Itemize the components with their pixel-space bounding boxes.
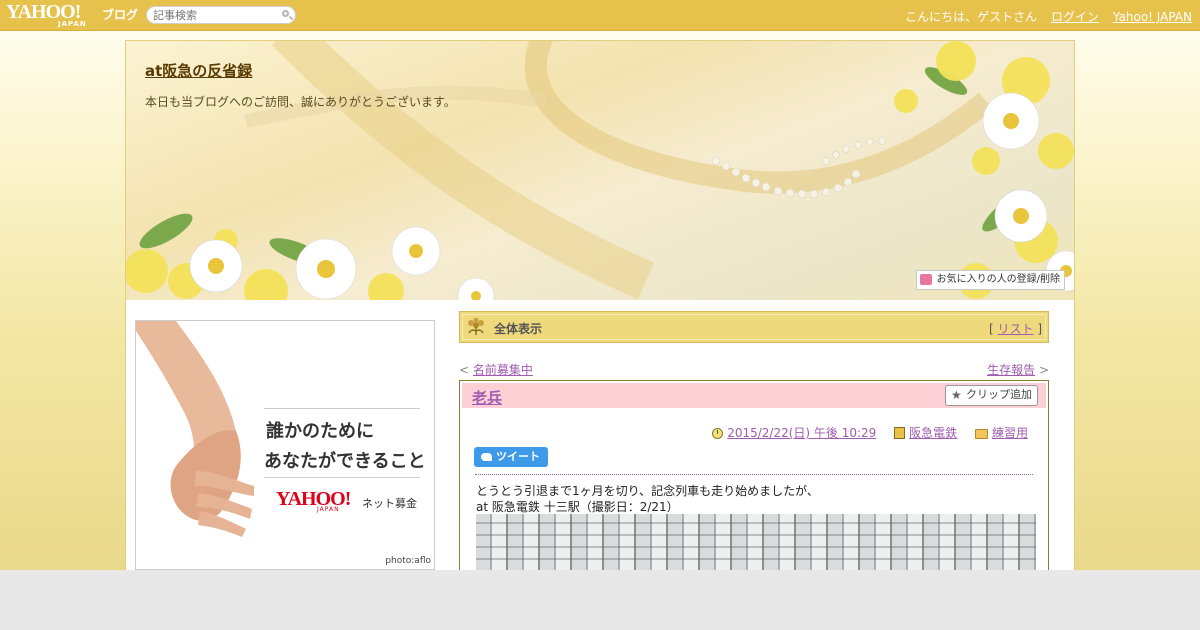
next-arrow: > <box>1038 363 1049 377</box>
blog-header-banner: at阪急の反省録 本日も当ブログへのご訪問、誠にありがとうございます。 お気に入… <box>126 41 1074 300</box>
clip-add-button[interactable]: ★ クリップ追加 <box>945 385 1038 406</box>
login-link[interactable]: ログイン <box>1051 10 1099 24</box>
blog-container: at阪急の反省録 本日も当ブログへのご訪問、誠にありがとうございます。 お気に入… <box>125 40 1075 580</box>
tweet-button[interactable]: ツイート <box>474 447 548 467</box>
all-entries-label: 全体表示 <box>494 322 543 336</box>
charity-ad[interactable]: 誰かのために あなたができること YAHOO! JAPAN ネット募金 phot… <box>135 320 435 570</box>
article-body-line-2: at 阪急電鉄 十三駅（撮影日：2/21） <box>476 500 679 514</box>
greeting-text: こんにちは、ゲストさん <box>905 10 1038 24</box>
ad-headline-1: 誰かのために <box>266 421 374 442</box>
ad-divider-top <box>264 408 420 409</box>
flower-decoration <box>126 41 1074 300</box>
prev-arrow: < <box>459 363 470 377</box>
ad-divider-bottom <box>264 477 420 478</box>
ad-headline-2: あなたができること <box>264 451 426 472</box>
search-box[interactable] <box>146 6 296 24</box>
list-bracket-open: [ <box>988 322 994 336</box>
logo-sub: JAPAN <box>58 20 87 28</box>
folder-icon <box>974 429 988 439</box>
article-datetime-link[interactable]: 2015/2/22(日) 午後 10:29 <box>727 426 876 440</box>
user-links: こんにちは、ゲストさん ログイン Yahoo! JAPAN <box>905 8 1192 25</box>
article-entry: 老兵 ★ クリップ追加 2015/2/22(日) 午後 10:29 阪急電鉄 練… <box>459 380 1049 580</box>
folder-link-practice[interactable]: 練習用 <box>992 426 1028 440</box>
prev-entry-link[interactable]: 名前募集中 <box>473 363 533 377</box>
handshake-image <box>136 321 434 569</box>
star-icon: ★ <box>951 388 962 402</box>
article-divider <box>475 474 1033 475</box>
article-title[interactable]: 老兵 <box>472 387 502 408</box>
bottom-strip <box>0 570 1200 630</box>
search-input[interactable] <box>153 8 273 22</box>
tweet-button-label: ツイート <box>496 450 540 463</box>
list-bracket-close: ] <box>1037 322 1042 336</box>
article-body-line-1: とうとう引退まで1ヶ月を切り、記念列車も走り始めましたが、 <box>476 484 819 498</box>
search-icon[interactable] <box>282 10 289 17</box>
list-view-link[interactable]: リスト <box>997 322 1033 336</box>
ad-yahoo-logo-sub: JAPAN <box>317 506 340 513</box>
top-bar: YAHOO! JAPAN ブログ こんにちは、ゲストさん ログイン Yahoo!… <box>0 0 1200 31</box>
article-header: 老兵 ★ クリップ追加 <box>462 383 1046 408</box>
blog-description: 本日も当ブログへのご訪問、誠にありがとうございます。 <box>145 95 456 109</box>
favorite-button-label: お気に入りの人の登録/削除 <box>936 274 1060 285</box>
book-icon <box>894 427 906 439</box>
clip-button-label: クリップ追加 <box>966 388 1032 401</box>
clock-icon <box>712 428 724 439</box>
article-meta: 2015/2/22(日) 午後 10:29 阪急電鉄 練習用 <box>712 424 1028 441</box>
yahoo-japan-link[interactable]: Yahoo! JAPAN <box>1113 10 1192 24</box>
all-entries-bar: 全体表示 [ リスト ] <box>459 311 1049 343</box>
blog-title[interactable]: at阪急の反省録 <box>145 60 252 81</box>
next-entry-nav: 生存報告 > <box>987 361 1049 378</box>
category-link-hankyu[interactable]: 阪急電鉄 <box>909 426 957 440</box>
yahoo-blog-logo[interactable]: YAHOO! JAPAN ブログ <box>6 2 138 28</box>
ad-photo-credit: photo:aflo <box>385 556 431 566</box>
heart-icon <box>919 274 932 285</box>
ad-service-name: ネット募金 <box>362 497 417 510</box>
flower-icon <box>468 318 484 335</box>
next-entry-link[interactable]: 生存報告 <box>987 363 1035 377</box>
all-entries-bar-inner <box>462 314 1046 340</box>
prev-entry-nav: < 名前募集中 <box>459 361 533 378</box>
favorite-register-button[interactable]: お気に入りの人の登録/削除 <box>915 270 1065 290</box>
logo-service: ブログ <box>102 8 139 22</box>
list-view-toggle: [ リスト ] <box>989 320 1042 337</box>
twitter-bird-icon <box>481 453 492 461</box>
